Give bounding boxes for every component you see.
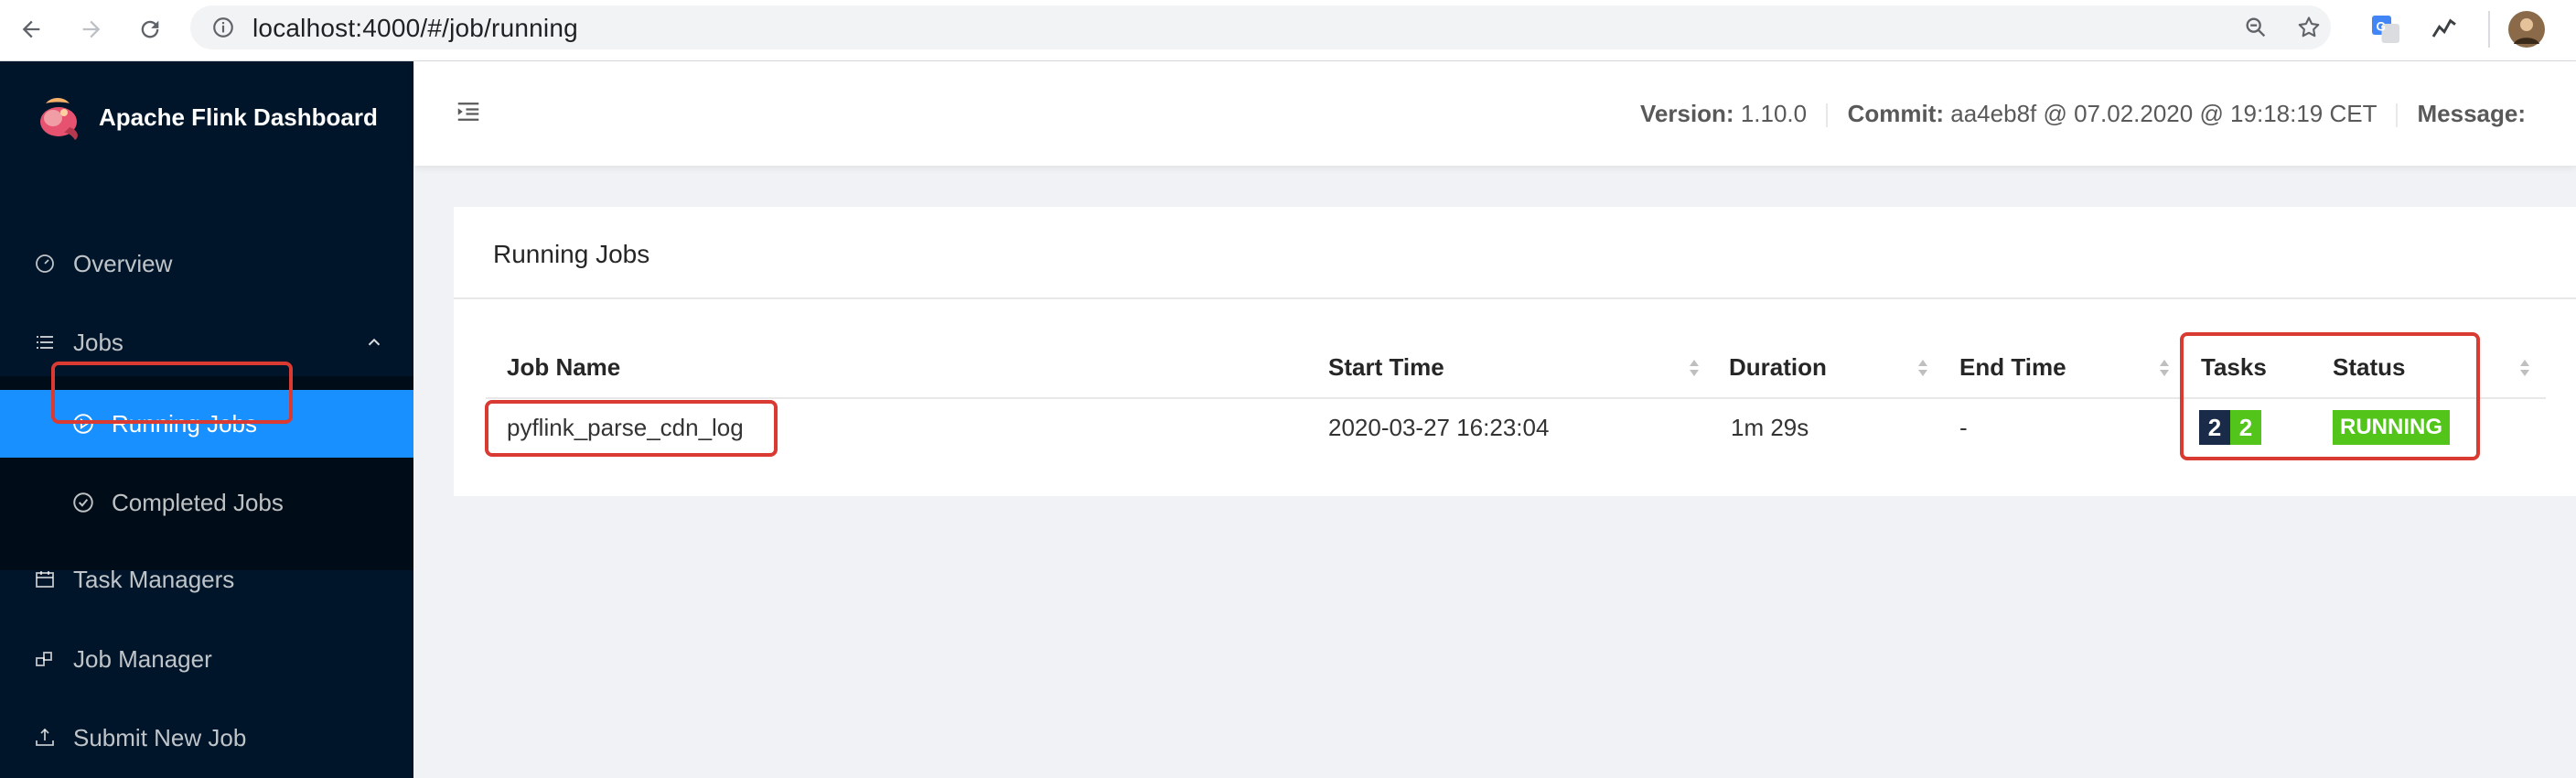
sidebar-item-submit-new-job[interactable]: Submit New Job [0, 704, 413, 772]
sidebar-item-label: Completed Jobs [112, 488, 284, 516]
upload-icon [33, 726, 57, 750]
header-divider [2396, 103, 2399, 128]
url-text: localhost:4000/#/job/running [252, 14, 578, 42]
header-divider [1826, 103, 1829, 128]
sort-icon[interactable] [2517, 357, 2532, 379]
sidebar-item-job-manager[interactable]: Job Manager [0, 625, 413, 693]
commit-value: aa4eb8f @ 07.02.2020 @ 19:18:19 CET [1950, 100, 2377, 127]
highlight-job-name [485, 400, 778, 457]
end-time-cell: - [1959, 414, 1968, 441]
profile-avatar[interactable] [2508, 11, 2545, 48]
bookmark-star-icon[interactable] [2294, 13, 2324, 42]
sort-icon[interactable] [2157, 357, 2172, 379]
browser-toolbar: localhost:4000/#/job/running G [0, 0, 2576, 61]
info-icon[interactable] [209, 13, 238, 42]
version-value: 1.10.0 [1740, 100, 1808, 127]
chevron-up-icon[interactable] [364, 330, 384, 359]
column-header-job-name[interactable]: Job Name [507, 353, 620, 382]
sidebar-item-label: Task Managers [73, 565, 235, 593]
card-divider [454, 297, 2576, 299]
address-bar[interactable]: localhost:4000/#/job/running [190, 5, 2331, 49]
commit-label: Commit: [1847, 100, 1945, 127]
app-title: Apache Flink Dashboard [99, 103, 378, 131]
duration-cell: 1m 29s [1731, 414, 1809, 441]
dashboard-icon [33, 252, 57, 276]
menu-fold-icon[interactable] [455, 98, 482, 130]
forward-icon[interactable] [75, 13, 108, 46]
flink-logo-icon [40, 98, 78, 140]
column-header-end-time[interactable]: End Time [1959, 353, 2066, 382]
translate-extension-icon[interactable]: G [2367, 11, 2404, 48]
card-title: Running Jobs [493, 240, 650, 268]
build-info: Version: 1.10.0 Commit: aa4eb8f @ 07.02.… [1640, 100, 2526, 128]
sidebar-item-label: Submit New Job [73, 723, 247, 751]
sidebar-item-task-managers[interactable]: Task Managers [0, 546, 413, 613]
sidebar-item-overview[interactable]: Overview [0, 230, 413, 297]
check-circle-icon [71, 491, 95, 514]
calendar-icon [33, 567, 57, 591]
toolbar-divider [2488, 11, 2490, 48]
version-label: Version: [1640, 100, 1734, 127]
sidebar-item-label: Overview [73, 249, 173, 277]
reload-icon[interactable] [134, 13, 166, 46]
sidebar-item-label: Job Manager [73, 644, 212, 673]
message-label: Message: [2417, 100, 2527, 127]
column-header-start-time[interactable]: Start Time [1328, 353, 1444, 382]
highlight-tasks-status [2180, 332, 2480, 460]
sidebar-item-completed-jobs[interactable]: Completed Jobs [0, 469, 413, 536]
sort-icon[interactable] [1687, 357, 1701, 379]
cluster-icon [33, 647, 57, 671]
back-icon[interactable] [15, 13, 48, 46]
graph-extension-icon[interactable] [2426, 11, 2463, 48]
sort-icon[interactable] [1916, 357, 1930, 379]
app-logo-row[interactable]: Apache Flink Dashboard [31, 85, 378, 149]
top-header: Version: 1.10.0 Commit: aa4eb8f @ 07.02.… [414, 61, 2576, 166]
zoom-icon[interactable] [2241, 13, 2270, 42]
start-time-cell: 2020-03-27 16:23:04 [1328, 414, 1550, 441]
svg-text:G: G [2377, 20, 2387, 34]
highlight-running-jobs [51, 362, 293, 424]
sidebar-item-label: Jobs [73, 328, 123, 356]
list-icon [33, 330, 57, 354]
column-header-duration[interactable]: Duration [1729, 353, 1827, 382]
